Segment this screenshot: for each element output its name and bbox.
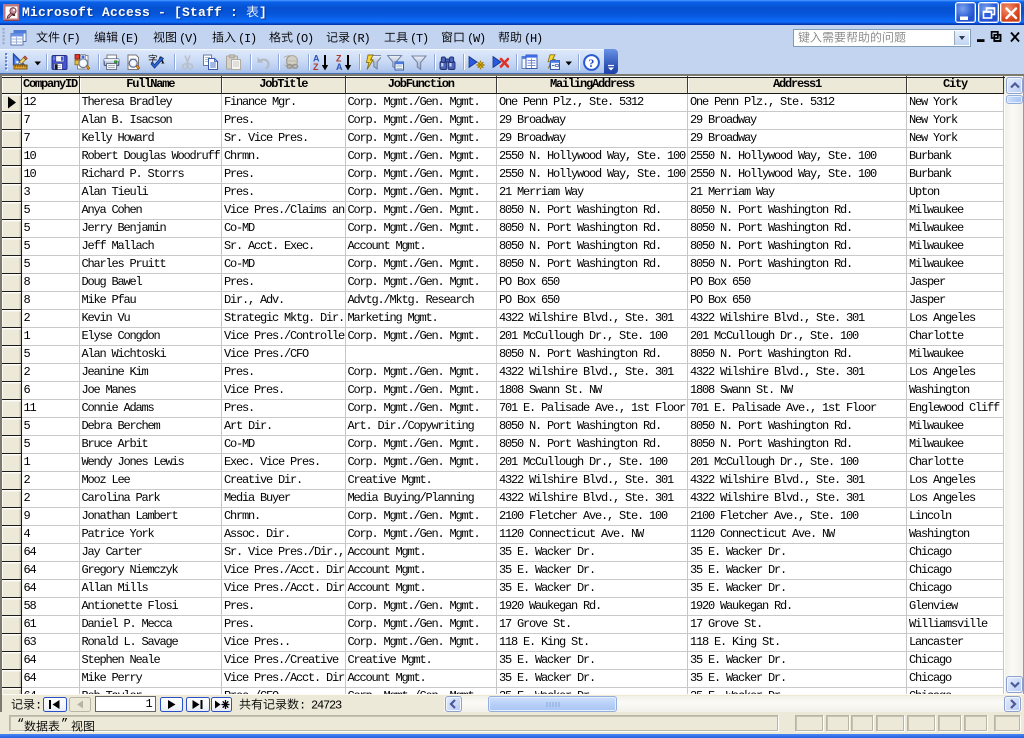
svg-text:Z: Z xyxy=(313,62,319,71)
svg-text:?: ? xyxy=(588,56,594,70)
svg-text:A: A xyxy=(336,62,343,71)
